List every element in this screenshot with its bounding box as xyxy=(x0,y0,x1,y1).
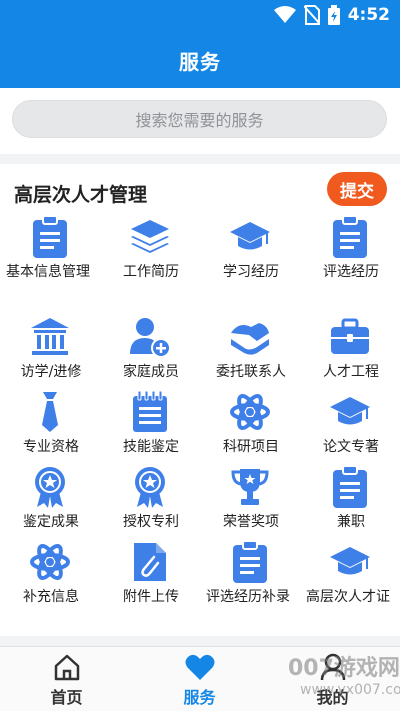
attachment-icon xyxy=(134,543,166,581)
badge-icon xyxy=(135,467,165,508)
grid-item-part-time[interactable]: 兼职 xyxy=(300,460,400,536)
necktie-icon xyxy=(42,392,58,432)
handshake-icon xyxy=(231,323,269,355)
clipboard-icon xyxy=(33,216,67,258)
watermark-url: www.yx007.com xyxy=(300,682,400,698)
grid-item-basic-info[interactable]: 基本信息管理 xyxy=(0,210,100,286)
home-icon xyxy=(54,654,79,681)
grid-item-label: 评选经历 xyxy=(323,264,379,280)
grid-item-research-project[interactable]: 科研项目 xyxy=(200,385,300,461)
submit-button[interactable]: 提交 xyxy=(327,172,387,206)
clipboard-icon xyxy=(333,216,367,258)
clipboard-icon xyxy=(233,541,267,583)
grid-item-label: 工作简历 xyxy=(123,264,179,280)
grid-item-professional-qualification[interactable]: 专业资格 xyxy=(0,385,100,461)
clipboard-icon xyxy=(333,466,367,508)
graduation-cap-icon xyxy=(330,397,370,425)
grid-item-label: 访学/进修 xyxy=(20,364,82,380)
layers-icon xyxy=(131,220,169,253)
no-sim-icon xyxy=(303,5,320,25)
grid-item-talent-certificate[interactable]: 高层次人才证 xyxy=(300,535,400,611)
wifi-icon xyxy=(273,6,296,23)
grid-item-label: 补充信息 xyxy=(23,589,79,605)
grid-item-label: 授权专利 xyxy=(123,514,179,530)
grid-item-supplementary-info[interactable]: 补充信息 xyxy=(0,535,100,611)
atom-icon xyxy=(230,394,270,430)
grid-item-work-resume[interactable]: 工作简历 xyxy=(100,210,200,286)
grid-item-label: 附件上传 xyxy=(123,589,179,605)
grid-item-honors[interactable]: 荣誉奖项 xyxy=(200,460,300,536)
section-title: 高层次人才管理 xyxy=(14,184,148,206)
trophy-icon xyxy=(231,469,269,505)
grid-item-label: 科研项目 xyxy=(223,439,279,455)
grid-item-label: 技能鉴定 xyxy=(123,439,179,455)
clock-time: 4:52 xyxy=(347,5,390,25)
search-input[interactable]: 搜索您需要的服务 xyxy=(12,100,387,138)
status-bar: 4:52 xyxy=(0,0,400,32)
nav-tab-home[interactable]: 首页 xyxy=(0,647,133,711)
grid-item-skill-appraisal[interactable]: 技能鉴定 xyxy=(100,385,200,461)
graduation-cap-icon xyxy=(230,222,270,250)
grid-item-family-members[interactable]: 家庭成员 xyxy=(100,310,200,386)
atom-icon xyxy=(30,544,70,580)
grid-item-label: 学习经历 xyxy=(223,264,279,280)
grid-item-label: 评选经历补录 xyxy=(206,589,290,605)
search-placeholder: 搜索您需要的服务 xyxy=(135,111,264,130)
briefcase-icon xyxy=(331,318,369,354)
battery-icon xyxy=(327,5,340,25)
grid-item-appraisal-results[interactable]: 鉴定成果 xyxy=(0,460,100,536)
nav-tab-services[interactable]: 服务 xyxy=(133,647,266,711)
watermark-title: 007游戏网 xyxy=(288,656,400,681)
search-area: 搜索您需要的服务 xyxy=(0,88,400,154)
grid-item-label: 专业资格 xyxy=(23,439,79,455)
grid-item-label: 兼职 xyxy=(337,514,365,530)
grid-item-selection-supplement[interactable]: 评选经历补录 xyxy=(200,535,300,611)
grid-item-label: 高层次人才证 xyxy=(306,589,390,605)
nav-tab-label: 服务 xyxy=(183,688,216,707)
add-user-icon xyxy=(130,318,171,358)
grid-item-label: 论文专著 xyxy=(323,439,379,455)
grid-item-contact-person[interactable]: 委托联系人 xyxy=(200,310,300,386)
heart-icon xyxy=(185,654,214,680)
grid-item-attachment-upload[interactable]: 附件上传 xyxy=(100,535,200,611)
grid-item-selection-history[interactable]: 评选经历 xyxy=(300,210,400,286)
grid-item-study-history[interactable]: 学习经历 xyxy=(200,210,300,286)
grid-item-patents[interactable]: 授权专利 xyxy=(100,460,200,536)
page-title: 服务 xyxy=(179,49,221,74)
grid-item-label: 鉴定成果 xyxy=(23,514,79,530)
notepad-icon xyxy=(133,391,167,432)
badge-icon xyxy=(35,467,65,508)
graduation-cap-icon xyxy=(330,547,370,575)
grid-item-label: 委托联系人 xyxy=(216,364,286,380)
app-bar: 服务 xyxy=(0,32,400,88)
grid-item-label: 荣誉奖项 xyxy=(223,514,279,530)
nav-tab-label: 首页 xyxy=(50,688,83,707)
grid-item-visiting-study[interactable]: 访学/进修 xyxy=(0,310,100,386)
grid-item-label: 家庭成员 xyxy=(123,364,179,380)
grid-item-papers[interactable]: 论文专著 xyxy=(300,385,400,461)
grid-item-label: 人才工程 xyxy=(323,364,379,380)
institution-icon xyxy=(31,318,69,355)
grid-item-talent-project[interactable]: 人才工程 xyxy=(300,310,400,386)
grid-item-label: 基本信息管理 xyxy=(6,264,90,280)
